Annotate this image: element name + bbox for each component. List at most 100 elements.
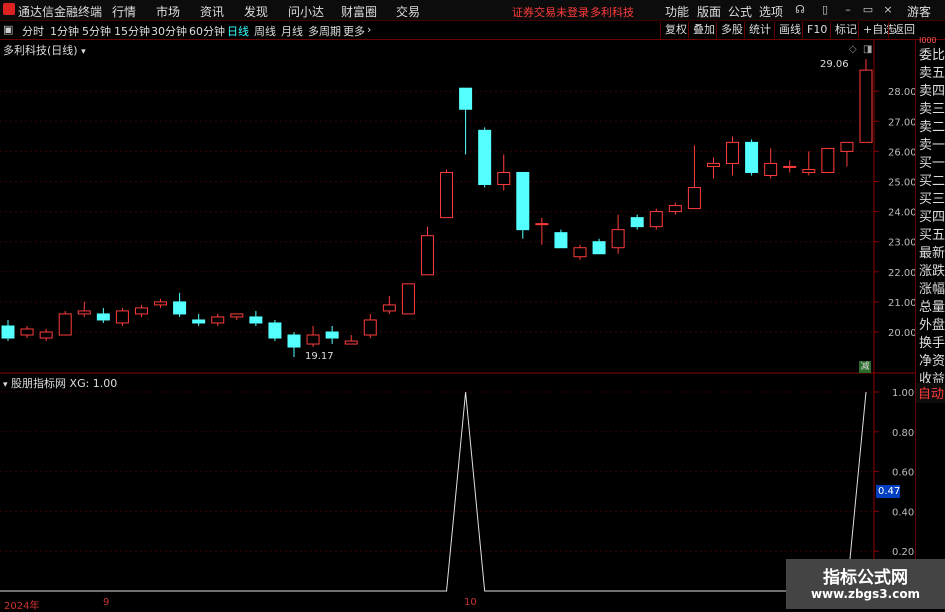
min-price-label: 19.17 [305, 351, 334, 362]
indicator-tick-label: 0.40 [892, 507, 914, 518]
indicator-tick-label: 0.60 [892, 468, 914, 479]
close-icon[interactable]: × [880, 2, 896, 18]
candle-down [96, 313, 110, 321]
tool-adjust[interactable]: 复权 [660, 22, 691, 38]
reduce-badge[interactable]: 减 [859, 361, 871, 373]
period-60min[interactable]: 60分钟 [189, 23, 225, 39]
xg-indicator-line [0, 391, 867, 592]
menu-item-news[interactable]: 资讯 [200, 3, 224, 20]
candle-up [363, 319, 377, 336]
quote-field-7: 买二 [919, 174, 945, 189]
menu-formula[interactable]: 公式 [728, 3, 752, 20]
app-logo-icon [3, 3, 15, 15]
candle-up [154, 301, 168, 306]
candle-up [115, 310, 129, 324]
indicator-dropdown-icon[interactable]: ▾ [3, 380, 8, 390]
candle-up [420, 235, 434, 276]
candle-down [459, 87, 473, 110]
indicator-tick-label: 0.80 [892, 428, 914, 439]
price-tick-label: 27.00 [888, 117, 915, 128]
menu-options[interactable]: 选项 [759, 3, 783, 20]
quote-field-2: 卖四 [919, 84, 945, 99]
period-intraday[interactable]: 分时 [22, 23, 44, 39]
tool-mark[interactable]: 标记 [830, 22, 861, 38]
menu-item-wealth[interactable]: 财富圈 [341, 3, 377, 20]
tool-stats[interactable]: 统计 [744, 22, 775, 38]
auto-button[interactable]: 自动 [916, 383, 945, 403]
minimize-icon[interactable]: – [840, 2, 856, 18]
watermark-title: 指标公式网 [823, 568, 908, 588]
stock-name-header: 多利科技 [590, 6, 634, 19]
maximize-icon[interactable]: ▭ [860, 2, 876, 18]
price-tick-label: 28.00 [888, 87, 915, 98]
period-toolbar: ▣ 分时 1分钟 5分钟 15分钟 30分钟 60分钟 日线 周线 月线 多周期… [0, 21, 945, 40]
period-15min[interactable]: 15分钟 [114, 23, 150, 39]
menu-item-quotes[interactable]: 行情 [112, 3, 136, 20]
tool-overlay[interactable]: 叠加 [688, 22, 719, 38]
candle-up [401, 283, 415, 315]
menu-item-trade[interactable]: 交易 [396, 3, 420, 20]
tool-back[interactable]: 返回 [888, 22, 919, 38]
menu-function[interactable]: 功能 [665, 3, 689, 20]
tool-multi-stock[interactable]: 多股 [716, 22, 747, 38]
price-tick-label: 25.00 [888, 178, 915, 189]
candle-up [39, 331, 53, 339]
candle-down [592, 241, 606, 255]
quote-field-13: 涨幅 [919, 282, 945, 297]
period-5min[interactable]: 5分钟 [82, 23, 111, 39]
candle-up [230, 313, 244, 318]
watermark-url: www.zbgs3.com [810, 587, 921, 601]
price-tick-label: 22.00 [888, 268, 915, 279]
quote-field-5: 卖一 [919, 138, 945, 153]
candle-down [745, 141, 759, 173]
app-title: 通达信金融终端 [18, 5, 103, 19]
expand-icon[interactable]: ▣ [3, 23, 13, 36]
price-tick-label: 20.00 [888, 328, 915, 339]
quote-field-17: 净资 [919, 354, 945, 369]
candle-up [611, 229, 625, 249]
price-tick-label: 21.00 [888, 298, 915, 309]
candle-down [554, 232, 568, 249]
tool-f10[interactable]: F10 [802, 22, 831, 38]
quote-field-10: 买五 [919, 228, 945, 243]
date-label-month-10: 10 [464, 597, 477, 608]
date-label-year: 2024年 [4, 601, 40, 612]
period-weekly[interactable]: 周线 [254, 23, 276, 39]
period-multi[interactable]: 多周期 [308, 23, 341, 39]
guest-label[interactable]: 游客 [907, 3, 931, 20]
period-monthly[interactable]: 月线 [281, 23, 303, 39]
period-1min[interactable]: 1分钟 [50, 23, 79, 39]
quote-field-14: 总量 [919, 300, 945, 315]
candle-up [668, 205, 682, 213]
phone-icon[interactable]: ▯ [817, 2, 833, 18]
quote-field-8: 买三 [919, 192, 945, 207]
chart-area[interactable]: 20.00 21.00 22.00 23.00 24.00 25.00 26.00 27.00… [0, 40, 915, 597]
menu-item-discover[interactable]: 发现 [244, 3, 268, 20]
tool-draw[interactable]: 画线 [774, 22, 805, 38]
price-tick-label: 24.00 [888, 208, 915, 219]
candle-down [478, 129, 492, 186]
period-30min[interactable]: 30分钟 [151, 23, 187, 39]
candle-down [1, 325, 15, 339]
indicator-current-value: 0.47 [876, 485, 901, 498]
menu-item-ask[interactable]: 问小达 [288, 3, 324, 20]
panel-toggle-icon[interactable]: ◨ [863, 44, 872, 55]
quote-side-panel: I000 委比 卖五 卖四 卖三 卖二 卖一 买一 买二 买三 买四 买五 最新 涨跌 涨幅 总量 外盘 换手净… [915, 36, 945, 609]
period-more[interactable]: 更多 [343, 23, 365, 39]
quote-field-12: 涨跌 [919, 264, 945, 279]
login-warning[interactable]: 证券交易未登录 [512, 4, 589, 20]
diamond-icon[interactable]: ◇ [849, 44, 857, 55]
chevron-right-icon[interactable]: › [367, 23, 371, 36]
period-daily[interactable]: 日线 [227, 23, 249, 39]
headset-icon[interactable]: ☊ [792, 2, 808, 18]
candle-down [173, 301, 187, 315]
quote-field-4: 卖二 [919, 120, 945, 135]
menu-item-market[interactable]: 市场 [156, 3, 180, 20]
candle-up [687, 187, 701, 210]
price-tick-label: 26.00 [888, 147, 915, 158]
menu-layout[interactable]: 版面 [697, 3, 721, 20]
watermark: 指标公式网 www.zbgs3.com [786, 559, 945, 609]
candle-up [573, 247, 587, 258]
indicator-title-text: 股朋指标网 XG: 1.00 [11, 377, 118, 390]
date-axis: 2024年 9 10 [0, 597, 875, 612]
